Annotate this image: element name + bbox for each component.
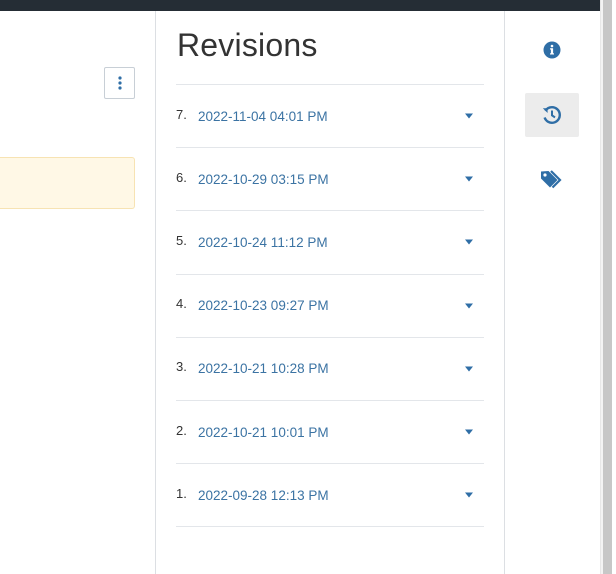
tags-button[interactable]: [525, 157, 579, 201]
revision-number: 5.: [176, 232, 187, 248]
revision-date-link[interactable]: 2022-10-29 03:15 PM: [198, 172, 329, 187]
caret-down-icon[interactable]: [464, 492, 474, 498]
revision-number: 4.: [176, 296, 187, 312]
caret-down-icon[interactable]: [464, 239, 474, 245]
notice-banner: [0, 157, 135, 209]
caret-down-icon[interactable]: [464, 176, 474, 182]
top-bar: [0, 0, 600, 11]
tags-icon: [541, 170, 562, 189]
revision-number: 3.: [176, 359, 187, 375]
revision-item[interactable]: 4. 2022-10-23 09:27 PM: [176, 275, 484, 338]
revision-date-link[interactable]: 2022-10-21 10:28 PM: [198, 361, 329, 376]
caret-down-icon[interactable]: [464, 113, 474, 119]
revisions-title: Revisions: [177, 27, 318, 63]
revisions-list: 7. 2022-11-04 04:01 PM 6. 2022-10-29 03:…: [176, 84, 484, 528]
revision-number: 2.: [176, 422, 187, 438]
revision-number: 1.: [176, 485, 187, 501]
info-button[interactable]: [525, 28, 579, 72]
info-icon: [543, 41, 561, 59]
revision-item[interactable]: 3. 2022-10-21 10:28 PM: [176, 338, 484, 401]
revision-date-link[interactable]: 2022-11-04 04:01 PM: [198, 109, 328, 124]
revision-item[interactable]: 7. 2022-11-04 04:01 PM: [176, 85, 484, 149]
caret-down-icon[interactable]: [464, 366, 474, 372]
revision-date-link[interactable]: 2022-10-21 10:01 PM: [198, 425, 329, 440]
revision-date-link[interactable]: 2022-10-24 11:12 PM: [198, 235, 328, 250]
revision-item[interactable]: 5. 2022-10-24 11:12 PM: [176, 211, 484, 275]
right-sidebar: [505, 11, 600, 574]
caret-down-icon[interactable]: [464, 429, 474, 435]
revision-number: 7.: [176, 106, 187, 122]
history-icon: [542, 105, 561, 124]
revision-item[interactable]: 6. 2022-10-29 03:15 PM: [176, 148, 484, 212]
revision-date-link[interactable]: 2022-09-28 12:13 PM: [198, 488, 329, 503]
revisions-panel: Revisions 7. 2022-11-04 04:01 PM 6. 2022…: [156, 11, 504, 574]
revision-item[interactable]: 2. 2022-10-21 10:01 PM: [176, 401, 484, 465]
revision-number: 6.: [176, 169, 187, 185]
more-actions-button[interactable]: [104, 67, 135, 99]
main-content: [0, 11, 156, 574]
caret-down-icon[interactable]: [464, 303, 474, 309]
revision-history-button[interactable]: [525, 93, 579, 137]
revision-date-link[interactable]: 2022-10-23 09:27 PM: [198, 298, 329, 313]
scrollbar-thumb[interactable]: [603, 0, 612, 574]
vertical-ellipsis-icon: [117, 76, 122, 90]
revision-item[interactable]: 1. 2022-09-28 12:13 PM: [176, 464, 484, 528]
